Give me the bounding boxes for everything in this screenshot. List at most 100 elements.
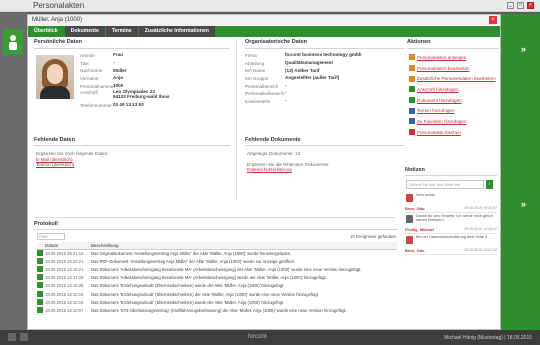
field-value: Frau [113,52,123,58]
event-icon [37,290,43,297]
tab-ueberblick[interactable]: Überblick [28,26,64,37]
avatar [406,194,413,202]
stored-docs-count: Abgelegte Dokumente: 13 [247,151,301,156]
column-header[interactable]: Datum [45,242,91,250]
action-edit-additional-data[interactable]: Zusätzliche Personendaten bearbeiten [409,73,496,84]
row-date: 18.06.2015 15:23:21 [45,258,84,264]
note-input[interactable]: Geben Sie hier Ihre Notiz ein [406,180,484,189]
table-row[interactable]: 18.05.2015 14:10:07 Das Dokument 'KFZ-Übe… [37,306,397,314]
action-add-appointment[interactable]: Termin hinzufügen [409,105,496,116]
field-label: Telefonnummer [80,103,112,109]
row-date: 18.05.2015 14:15:26 [45,283,84,289]
table-row[interactable]: 18.06.2015 15:23:21 Das PDF-Dokument 'Ans… [37,257,397,265]
missing-phone-link[interactable]: Telefon (dienstlich) [36,162,74,167]
event-icon [37,282,43,289]
row-date: 18.05.2015 14:10:07 [45,307,84,313]
row-description: Das Originaldokument 'Anstellungsvertrag… [91,250,292,256]
calendar-icon [409,107,415,114]
status-bar: forcont Michael Hänig (Mustertag) | 18.0… [0,330,540,345]
field-value: 03 49 13 13 93 [113,102,144,108]
field-label: Firma [245,53,257,59]
app-titlebar: Personalakten _ □ × [0,0,540,12]
app-left-nav [0,12,27,330]
app-title: Personalakten [33,1,85,10]
field-value: - [113,59,115,65]
edit-icon [409,75,415,82]
field-label: Personalteilbereich [245,91,285,97]
dialog-header: Müller, Anja (1000) × [28,15,500,26]
document-add-icon [409,97,415,104]
close-icon[interactable]: × [489,16,497,24]
action-edit-personal-data[interactable]: Personaldaten bearbeiten [409,63,496,74]
action-add-document[interactable]: Dokument hinzufügen [409,95,496,106]
table-row[interactable]: 18.05.2015 14:10:19 Das Dokument 'Erziehu… [37,298,397,306]
personal-fields: Anrede Frau Titel - Nachname Müller Vorname… [80,52,230,110]
org-fields: Firma forcont business technology gmbh Ab… [245,52,405,105]
table-row[interactable]: 18.05.2015 14:10:19 Das Dokument 'Erziehu… [37,290,397,298]
send-note-button[interactable]: › [486,180,493,189]
note-item: Danke für den Hinweis. Ich werde mich gl… [405,214,497,234]
table-row[interactable]: 18.05.2015 14:17:29 Das Dokument 'Arbeits… [37,274,397,282]
personal-data-section: Persönliche Daten Anrede Frau Titel - Nach… [34,39,230,131]
action-add-address[interactable]: Anschrift hinzufügen [409,84,496,95]
section-title: Persönliche Daten [34,39,82,45]
status-left-icons [8,333,28,341]
section-title: Fehlende Daten [34,137,75,143]
window-controls: _ □ × [507,2,534,9]
section-title: Notizen [405,167,425,173]
field-label: Kostenstelle [245,98,271,104]
field-label: Nachname [80,68,103,74]
section-title: Aktionen [407,39,431,45]
protocol-table: Datum Beschreibung 18.06.2015 09:21:12 Da… [37,242,397,315]
chevron-right-icon[interactable]: » [521,199,526,209]
field-label: Vorname [80,76,99,82]
column-header[interactable]: Beschreibung [91,242,397,250]
table-row[interactable]: 18.05.2015 14:15:26 Das Dokument 'Erziehu… [37,282,397,290]
section-title: Organisatorische Daten [245,39,308,45]
org-data-section: Organisatorische Daten Firma forcont busi… [245,39,405,131]
event-icon [37,257,43,264]
status-icon[interactable] [20,333,28,341]
row-date: 18.05.2015 14:18:21 [45,266,84,272]
delete-icon [409,129,415,136]
missing-docs-section: Fehlende Dokumente Abgelegte Dokumente: … [245,137,405,197]
chevron-right-icon[interactable]: » [521,44,526,54]
row-description: Das Dokument 'Erziehungsurlaub' (Elternz… [91,291,320,297]
event-icon [37,249,43,256]
note-text: Sehr schön. [416,193,437,197]
field-value: Qualitätsmanagement [285,59,333,65]
forcont-logo: forcont [248,334,267,340]
employee-photo [36,55,74,99]
tab-termine[interactable]: Termine [105,26,138,37]
event-icon [37,306,43,313]
minimize-icon[interactable]: _ [507,2,514,9]
field-value: - [285,90,287,96]
event-icon [37,298,43,305]
missing-privacy-doc-link[interactable]: Datenschutzerklärung [247,167,292,172]
field-label: Personalnummer [80,83,115,89]
person-icon[interactable] [3,29,23,55]
action-add-favorite[interactable]: Zu Favoriten hinzufügen [409,116,496,127]
missing-data-text: Ergänzen Sie noch folgende Daten: [36,151,109,156]
status-icon[interactable] [8,333,16,341]
maximize-icon[interactable]: □ [517,2,524,9]
field-value: Leo Olympiades 23 94132 Freiburg-wald Ib… [113,88,170,99]
note-text: Danke für den Hinweis. Ich werde mich gl… [416,214,493,223]
row-description: Das PDF-Dokument 'Anstellungsvertrag Anj… [91,258,295,264]
tab-zusaetzliche-informationen[interactable]: Zusätzliche Informationen [138,26,215,37]
action-show-file[interactable]: Personalakten anzeigen [409,52,496,63]
table-row[interactable]: 18.05.2015 14:18:21 Das Dokument 'Arbeits… [37,265,397,273]
field-value: - [285,82,287,88]
tab-dokumente[interactable]: Dokumente [64,26,105,37]
note-time: 19.05.2015 14:28:37 [464,227,497,231]
field-value: forcont business technology gmbh [285,52,362,58]
protocol-filter-input[interactable]: Filter [37,233,65,240]
field-label: Anschrift [80,89,98,95]
action-delete-file[interactable]: Personalakte löschen [409,127,496,138]
note-text: Bei der Datenschutzerklärung fehlt Seite… [416,235,489,239]
table-row[interactable]: 18.06.2015 09:21:12 Das Originaldokument … [37,249,397,257]
row-date: 18.05.2015 14:10:19 [45,291,84,297]
row-date: 18.05.2015 14:17:29 [45,275,84,281]
column-header[interactable] [37,242,45,250]
close-window-icon[interactable]: × [527,2,534,9]
